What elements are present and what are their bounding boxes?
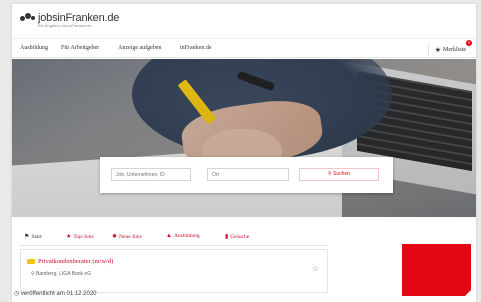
nav-item-arbeitgeber[interactable]: Für Arbeitgeber (61, 45, 99, 51)
header: jobsinFranken.de Ein Angebot von inFrank… (12, 4, 476, 36)
location-input[interactable] (207, 168, 289, 181)
nav-item-anzeige[interactable]: Anzeige aufgeben (118, 45, 161, 51)
favorite-star-icon[interactable]: ☆ (312, 264, 319, 273)
nav-item-infranken[interactable]: inFranken.de (180, 45, 212, 51)
tab-ausbildung[interactable]: ▲ Ausbildung (166, 233, 200, 239)
clock-icon: ◷ (14, 291, 21, 297)
graduation-icon: ▲ (166, 233, 172, 239)
published-text: veröffentlicht am 01.12.2020 (20, 291, 97, 297)
job-tag-icon (27, 259, 35, 264)
bookmark-count-badge: 0 (466, 40, 472, 46)
star-icon: ★ (434, 46, 441, 54)
logo-tagline: Ein Angebot von inFranken.de (38, 23, 92, 28)
job-published: ◷ veröffentlicht am 01.12.2020 (14, 290, 97, 297)
tab-neue-jobs[interactable]: ✸ Neue Jobs (112, 233, 142, 240)
star-icon: ★ (66, 234, 72, 240)
search-box: ⚲ Suchen (100, 157, 393, 193)
main-nav: Ausbildung Für Arbeitgeber Anzeige aufge… (12, 38, 476, 58)
search-button-label: Suchen (333, 171, 351, 177)
search-icon: ⚲ (327, 171, 332, 177)
nav-item-ausbildung[interactable]: Ausbildung (20, 45, 48, 51)
new-icon: ✸ (112, 234, 118, 240)
job-title: Privatkundenberater (m/w/d) (38, 258, 114, 265)
tab-bar: ⚑ Start ★ Top-Jobs ✸ Neue Jobs ▲ Ausbildung … (20, 226, 328, 246)
bookmark-label: Merkliste (443, 47, 466, 53)
hero-image: ⚲ Suchen (12, 59, 476, 217)
company-text: Bamberg, LIGA Bank eG (36, 271, 92, 277)
search-button[interactable]: ⚲ Suchen (299, 168, 379, 181)
job-title-link[interactable]: Privatkundenberater (m/w/d) (27, 258, 113, 265)
tab-gesuche[interactable]: ▮ Gesuche (225, 233, 249, 240)
job-company: ⚲ Bamberg, LIGA Bank eG (31, 271, 91, 277)
trash-icon: ▮ (225, 234, 229, 240)
keyword-input[interactable] (111, 168, 191, 181)
tab-label: Top-Jobs (73, 234, 94, 240)
flag-icon: ⚑ (24, 234, 30, 240)
bookmark-button[interactable]: ★ Merkliste 0 (427, 40, 472, 56)
tab-label: Gesuche (230, 234, 250, 240)
tab-label: Neue Jobs (119, 234, 142, 240)
tab-start[interactable]: ⚑ Start (24, 233, 42, 240)
people-icon (20, 13, 36, 25)
brand-red-block (402, 244, 471, 296)
tab-top-jobs[interactable]: ★ Top-Jobs (66, 233, 93, 240)
tab-label: Start (31, 234, 42, 240)
job-card[interactable]: Privatkundenberater (m/w/d) ⚲ Bamberg, L… (20, 249, 328, 293)
tab-label: Ausbildung (173, 233, 200, 239)
